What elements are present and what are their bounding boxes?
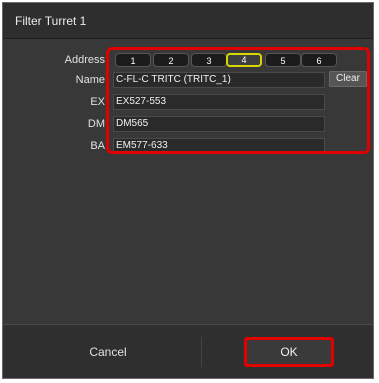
address-button-3[interactable]: 3 (191, 53, 227, 67)
address-button-1[interactable]: 1 (115, 53, 151, 67)
address-button-5[interactable]: 5 (265, 53, 301, 67)
name-label: Name (75, 74, 105, 86)
ba-label: BA (90, 140, 105, 152)
dm-label: DM (87, 118, 105, 130)
dialog-content: Address 1 2 3 4 5 6 Name C-FL-C TRITC (T… (3, 39, 373, 324)
ex-field[interactable]: EX527-553 (113, 94, 325, 110)
dialog-footer: Cancel OK (3, 324, 373, 378)
clear-button[interactable]: Clear (329, 71, 367, 87)
address-button-2[interactable]: 2 (153, 53, 189, 67)
address-button-6[interactable]: 6 (301, 53, 337, 67)
address-button-4[interactable]: 4 (226, 53, 262, 67)
filter-turret-dialog: Filter Turret 1 Address 1 2 3 4 5 6 Name… (2, 2, 374, 379)
cancel-button[interactable]: Cancel (58, 339, 158, 365)
ba-field[interactable]: EM577-633 (113, 138, 325, 154)
footer-divider (201, 337, 202, 367)
ex-label: EX (90, 96, 105, 108)
dialog-title: Filter Turret 1 (3, 3, 373, 39)
dm-field[interactable]: DM565 (113, 116, 325, 132)
ok-button[interactable]: OK (244, 337, 334, 367)
name-field[interactable]: C-FL-C TRITC (TRITC_1) (113, 72, 325, 88)
address-label: Address (64, 54, 105, 66)
